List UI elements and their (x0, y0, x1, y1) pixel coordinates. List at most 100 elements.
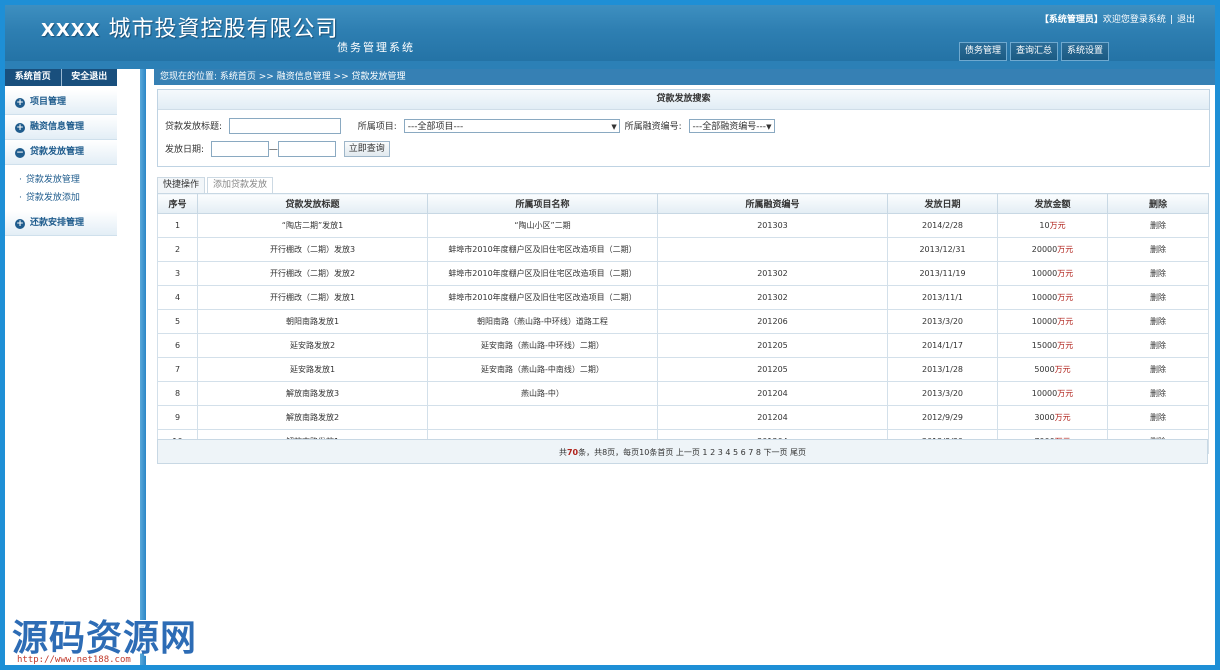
pager-links[interactable]: 条，共8页，每页10条首页 上一页 1 2 3 4 5 6 7 8 下一页 尾页 (578, 448, 806, 457)
loan-table: 序号 贷款发放标题 所属项目名称 所属融资编号 发放日期 发放金额 删除 1 “陶… (157, 193, 1209, 454)
loan-submenu: 贷款发放管理 贷款发放添加 (5, 165, 117, 211)
cell-delete[interactable]: 删除 (1107, 357, 1209, 382)
logout-link[interactable]: 退出 (1177, 15, 1195, 25)
tab-add-loan-issue[interactable]: 添加贷款发放 (207, 177, 274, 193)
submenu-loan-issue-add[interactable]: 贷款发放添加 (19, 189, 117, 207)
main-nav: 债务管理 查询汇总 系统设置 (958, 42, 1109, 61)
amount-value: 5000 (1034, 365, 1055, 374)
user-role: 【系统管理员】 (1039, 15, 1103, 25)
amount-value: 10000 (1031, 293, 1058, 302)
cell-delete[interactable]: 删除 (1107, 309, 1209, 334)
cell-date: 2013/3/20 (887, 309, 998, 334)
date-label: 发放日期: (165, 144, 205, 155)
table-row: 8 解放南路发放3 燕山路-中） 201204 2013/3/20 10000万元 删除 (157, 381, 1209, 406)
cell-date: 2013/12/31 (887, 237, 998, 262)
cell-delete[interactable]: 删除 (1107, 213, 1209, 238)
cell-no: 9 (157, 405, 198, 430)
menu-loan-issue-management[interactable]: − 贷款发放管理 (5, 140, 117, 165)
cell-title: 延安路发放2 (197, 333, 428, 358)
cell-delete[interactable]: 删除 (1107, 381, 1209, 406)
main-content: 您现在的位置: 系统首页 >> 融资信息管理 >> 贷款发放管理 贷款发放搜索 … (146, 69, 1215, 665)
search-row-1: 贷款发放标题: 所属项目: ---全部项目--- ▼ 所属融资编号: ---全部融… (165, 118, 775, 134)
query-button[interactable]: 立即查询 (343, 141, 390, 157)
cell-no: 5 (157, 309, 198, 334)
cell-project (427, 405, 658, 430)
col-header-code: 所属融资编号 (657, 193, 888, 214)
date-end-input[interactable] (277, 141, 336, 157)
header: XXXX 城市投資控股有限公司 债务管理系统 【系统管理员】欢迎您登录系统 | 退出… (5, 5, 1215, 61)
menu-project-management[interactable]: + 项目管理 (5, 90, 117, 115)
cell-code: 201303 (657, 213, 888, 238)
cell-project: 延安南路（燕山路-中南线）二期） (427, 357, 658, 382)
cell-no: 1 (157, 213, 198, 238)
cell-delete[interactable]: 删除 (1107, 261, 1209, 286)
cell-delete[interactable]: 删除 (1107, 333, 1209, 358)
date-separator: — (268, 144, 278, 155)
cell-date: 2014/1/17 (887, 333, 998, 358)
header-band (5, 61, 1215, 69)
company-logo: XXXX 城市投資控股有限公司 (41, 11, 339, 43)
menu-repayment-management[interactable]: + 还款安排管理 (5, 211, 117, 236)
financing-select-value: ---全部融资编号--- (692, 122, 767, 132)
cell-amount: 10000万元 (997, 381, 1108, 406)
amount-value: 10000 (1031, 269, 1058, 278)
minus-circle-icon: − (15, 148, 25, 158)
table-row: 2 开行棚改（二期）发放3 蚌埠市2010年度棚户区及旧住宅区改造项目（二期） 201… (157, 237, 1209, 262)
cell-project: “陶山小区”二期 (427, 213, 658, 238)
col-header-delete: 删除 (1107, 193, 1209, 214)
cell-code: 201206 (657, 309, 888, 334)
table-row: 4 开行棚改（二期）发放1 蚌埠市2010年度棚户区及旧住宅区改造项目（二期） 201… (157, 285, 1209, 310)
cell-title: 开行棚改（二期）发放2 (197, 261, 428, 286)
cell-project: 朝阳南路（燕山路-中环线）道路工程 (427, 309, 658, 334)
menu-financing-management[interactable]: + 融资信息管理 (5, 115, 117, 140)
cell-code (657, 237, 888, 262)
welcome-text: 欢迎您登录系统 (1102, 15, 1166, 25)
cell-code: 201302 (657, 285, 888, 310)
cell-date: 2013/11/1 (887, 285, 998, 310)
dropdown-arrow-icon: ▼ (766, 123, 772, 131)
loan-title-input[interactable] (228, 118, 341, 134)
nav-debt-management[interactable]: 债务管理 (958, 42, 1007, 61)
col-header-date: 发放日期 (887, 193, 998, 214)
sidebar-logout-tab[interactable]: 安全退出 (60, 69, 118, 86)
cell-no: 2 (157, 237, 198, 262)
quick-tabs: 快捷操作 添加贷款发放 (157, 177, 274, 193)
date-start-input[interactable] (210, 141, 269, 157)
project-select[interactable]: ---全部项目--- ▼ (403, 119, 620, 133)
amount-unit: 万元 (1057, 269, 1074, 278)
amount-unit: 万元 (1054, 413, 1071, 422)
nav-query-summary[interactable]: 查询汇总 (1009, 42, 1058, 61)
cell-delete[interactable]: 删除 (1107, 237, 1209, 262)
logo-prefix: XXXX (41, 20, 101, 41)
cell-delete[interactable]: 删除 (1107, 405, 1209, 430)
watermark-logo: 源码资源网 (12, 618, 198, 659)
cell-no: 6 (157, 333, 198, 358)
amount-value: 20000 (1031, 245, 1058, 254)
submenu-loan-issue-management[interactable]: 贷款发放管理 (19, 171, 117, 189)
amount-value: 3000 (1034, 413, 1055, 422)
table-row: 5 朝阳南路发放1 朝阳南路（燕山路-中环线）道路工程 201206 2013/3/20… (157, 309, 1209, 334)
amount-unit: 万元 (1057, 245, 1074, 254)
cell-project: 蚌埠市2010年度棚户区及旧住宅区改造项目（二期） (427, 261, 658, 286)
cell-project: 蚌埠市2010年度棚户区及旧住宅区改造项目（二期） (427, 285, 658, 310)
cell-delete[interactable]: 删除 (1107, 285, 1209, 310)
cell-title: 解放南路发放3 (197, 381, 428, 406)
dropdown-arrow-icon: ▼ (611, 123, 617, 131)
sidebar-home-tab[interactable]: 系统首页 (5, 69, 61, 86)
sidebar-menu: +项目管理 +融资信息管理 −贷款发放管理 贷款发放管理 贷款发放添加 +还款安… (5, 90, 117, 236)
col-header-project: 所属项目名称 (427, 193, 658, 214)
table-row: 1 “陶店二期”发放1 “陶山小区”二期 201303 2014/2/28 10万元 删除 (157, 213, 1209, 238)
amount-unit: 万元 (1057, 341, 1074, 350)
plus-circle-icon: + (15, 98, 25, 108)
cell-code: 201204 (657, 381, 888, 406)
cell-date: 2013/3/20 (887, 381, 998, 406)
financing-select[interactable]: ---全部融资编号--- ▼ (688, 119, 775, 133)
nav-system-settings[interactable]: 系统设置 (1060, 42, 1109, 61)
table-row: 9 解放南路发放2 201204 2012/9/29 3000万元 删除 (157, 405, 1209, 430)
pagination: 共70条，共8页，每页10条首页 上一页 1 2 3 4 5 6 7 8 下一页… (157, 439, 1208, 464)
financing-label: 所属融资编号: (624, 121, 682, 132)
app-frame: XXXX 城市投資控股有限公司 债务管理系统 【系统管理员】欢迎您登录系统 | 退出… (5, 5, 1215, 665)
tab-quick-actions[interactable]: 快捷操作 (157, 177, 206, 193)
loan-title-label: 贷款发放标题: (165, 121, 223, 132)
amount-unit: 万元 (1057, 389, 1074, 398)
